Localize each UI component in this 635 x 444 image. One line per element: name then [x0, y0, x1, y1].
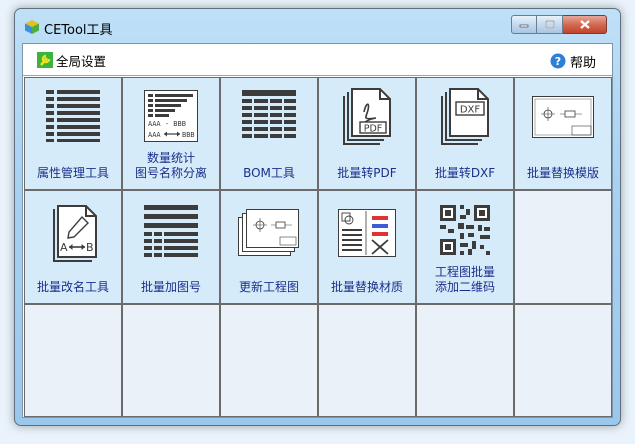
- tool-grid: 属性管理工具 AAA - BBB AAA BBB 数量统计 图号名称分离 BOM…: [24, 77, 612, 417]
- tile-batch-qr-code[interactable]: 工程图批量 添加二维码: [417, 191, 513, 303]
- app-window: CETool工具 全局设置 ? 帮助 属性管理工具 AAA - BBB AAA …: [14, 8, 621, 426]
- empty-slot: [221, 305, 317, 416]
- rename-file-icon: A B: [53, 205, 97, 262]
- menu-bar: 全局设置 ? 帮助: [23, 44, 612, 76]
- close-button[interactable]: [563, 15, 607, 34]
- tile-label: 批量转PDF: [337, 166, 397, 180]
- tile-batch-pdf[interactable]: PDF 批量转PDF: [319, 78, 415, 189]
- help-menu[interactable]: ? 帮助: [550, 51, 596, 71]
- minimize-button[interactable]: [511, 15, 537, 34]
- tile-label: 批量加图号: [140, 280, 201, 294]
- tile-label: 数量统计 图号名称分离: [134, 151, 207, 180]
- tile-label: 批量转DXF: [434, 166, 496, 180]
- svg-text:AAA: AAA: [148, 131, 161, 139]
- tile-batch-add-number[interactable]: 批量加图号: [123, 191, 219, 303]
- list-icon: [46, 90, 100, 142]
- help-label: 帮助: [569, 55, 596, 71]
- tile-label: BOM工具: [243, 166, 295, 180]
- maximize-icon: [544, 20, 555, 29]
- svg-text:?: ?: [555, 55, 561, 68]
- tile-batch-rename[interactable]: A B 批量改名工具: [25, 191, 121, 303]
- tile-label: 属性管理工具: [36, 166, 109, 180]
- svg-text:A: A: [60, 241, 68, 254]
- minimize-icon: [519, 24, 529, 27]
- tile-label: 批量改名工具: [36, 280, 109, 294]
- tile-batch-material[interactable]: 批量替换材质: [319, 191, 415, 303]
- empty-slot: [417, 305, 513, 416]
- close-icon: [579, 20, 590, 29]
- client-area: 全局设置 ? 帮助 属性管理工具 AAA - BBB AAA BBB 数量统计 …: [22, 43, 613, 418]
- table-icon: [242, 90, 296, 138]
- svg-text:B: B: [86, 241, 94, 254]
- global-settings-menu[interactable]: 全局设置: [37, 50, 106, 70]
- tile-label: 批量替换材质: [330, 280, 403, 294]
- dxf-icon: DXF: [441, 88, 489, 145]
- svg-text:PDF: PDF: [364, 124, 383, 135]
- bar-list-icon: AAA - BBB AAA BBB: [144, 90, 198, 142]
- tile-batch-dxf[interactable]: DXF 批量转DXF: [417, 78, 513, 189]
- window-title: CETool工具: [44, 23, 113, 38]
- drawing-stack-icon: [238, 209, 299, 256]
- title-bar[interactable]: CETool工具: [15, 9, 620, 43]
- pdf-icon: PDF: [343, 88, 391, 145]
- svg-text:AAA - BBB: AAA - BBB: [148, 120, 186, 128]
- maximize-button[interactable]: [537, 15, 563, 34]
- wrench-icon: [37, 52, 53, 68]
- tile-batch-template[interactable]: 批量替换模版: [515, 78, 611, 189]
- tile-label: 工程图批量 添加二维码: [434, 265, 495, 294]
- svg-text:BBB: BBB: [182, 131, 195, 139]
- tile-bom-tool[interactable]: BOM工具: [221, 78, 317, 189]
- empty-slot: [515, 305, 611, 416]
- tile-property-manager[interactable]: 属性管理工具: [25, 78, 121, 189]
- app-cube-icon: [25, 20, 39, 34]
- empty-slot: [319, 305, 415, 416]
- empty-slot: [515, 191, 611, 303]
- qr-code-icon: [440, 205, 490, 255]
- drawing-template-icon: [532, 96, 594, 138]
- numbered-list-icon: [144, 205, 198, 257]
- tile-quantity-stats[interactable]: AAA - BBB AAA BBB 数量统计 图号名称分离: [123, 78, 219, 189]
- tile-label: 更新工程图: [238, 280, 299, 294]
- tile-label: 批量替换模版: [526, 166, 599, 180]
- material-icon: [338, 209, 396, 257]
- empty-slot: [123, 305, 219, 416]
- tile-update-drawing[interactable]: 更新工程图: [221, 191, 317, 303]
- help-icon: ?: [550, 53, 566, 69]
- empty-slot: [25, 305, 121, 416]
- svg-text:DXF: DXF: [460, 105, 481, 116]
- global-settings-label: 全局设置: [56, 53, 107, 69]
